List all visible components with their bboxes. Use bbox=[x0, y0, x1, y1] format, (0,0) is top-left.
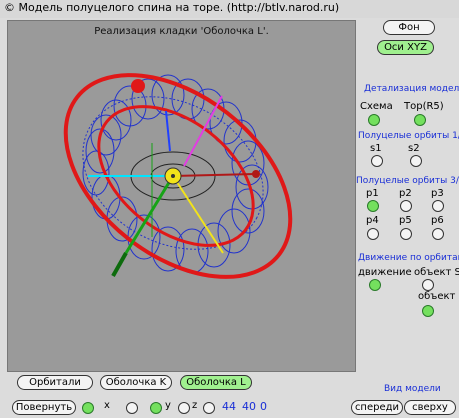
rotate-z-value: 0 bbox=[260, 400, 267, 413]
view-heading: Вид модели bbox=[384, 384, 441, 394]
view-front-button[interactable]: спереди bbox=[351, 400, 403, 415]
half-orbits-12-heading: Полуцелые орбиты 1/2 bbox=[358, 131, 459, 141]
motion-radio[interactable] bbox=[369, 279, 381, 291]
orbit-p3-label: p3 bbox=[431, 188, 444, 199]
window-title: © Модель полуцелого спина на торе. (http… bbox=[4, 1, 340, 14]
p4-radio[interactable] bbox=[367, 228, 379, 240]
object-s-label: объект S bbox=[414, 267, 459, 278]
orbit-s2-label: s2 bbox=[408, 143, 420, 154]
p1-radio[interactable] bbox=[367, 200, 379, 212]
rotate-button[interactable]: Повернуть bbox=[12, 400, 76, 415]
half-orbits-32-heading: Полуцелые орбиты 3/2 bbox=[356, 176, 459, 186]
tab-shell-l[interactable]: Оболочка L bbox=[180, 375, 252, 390]
axes-xyz-button[interactable]: Оси XYZ bbox=[377, 40, 434, 55]
rotate-z-label: z bbox=[192, 400, 198, 411]
torus-model-drawing bbox=[63, 73, 293, 279]
motion-label: движение bbox=[358, 267, 412, 278]
object-p-label: объект P bbox=[418, 291, 459, 302]
option-scheme-label: Схема bbox=[360, 101, 393, 112]
tab-orbitals[interactable]: Орбитали bbox=[17, 375, 93, 390]
motion-heading: Движение по орбитам bbox=[358, 253, 459, 263]
orbit-s1-label: s1 bbox=[370, 143, 382, 154]
rotate-x-value: 44 bbox=[222, 400, 236, 413]
background-button[interactable]: Фон bbox=[383, 20, 435, 35]
rotate-y-neg-radio[interactable] bbox=[178, 402, 190, 414]
object-p-radio[interactable] bbox=[422, 305, 434, 317]
object-s-radio[interactable] bbox=[422, 279, 434, 291]
detail-heading: Детализация модели bbox=[364, 84, 459, 94]
orbit-p1-label: p1 bbox=[366, 188, 379, 199]
rotate-z-radio[interactable] bbox=[203, 402, 215, 414]
orbit-p6-label: p6 bbox=[431, 215, 444, 226]
option-torus-label: Тор(R5) bbox=[404, 101, 444, 112]
view-top-button[interactable]: сверху bbox=[404, 400, 456, 415]
rotate-y-value: 40 bbox=[242, 400, 256, 413]
p6-radio[interactable] bbox=[432, 228, 444, 240]
p2-radio[interactable] bbox=[400, 200, 412, 212]
torus-radio[interactable] bbox=[414, 114, 426, 126]
p5-radio[interactable] bbox=[400, 228, 412, 240]
rotate-y-label: y bbox=[165, 400, 171, 411]
scheme-radio[interactable] bbox=[368, 114, 380, 126]
orbit-p4-label: p4 bbox=[366, 215, 379, 226]
rotate-x-neg-radio[interactable] bbox=[126, 402, 138, 414]
orbit-p5-label: p5 bbox=[399, 215, 412, 226]
model-canvas[interactable]: Реализация кладки 'Оболочка L'. bbox=[7, 20, 356, 372]
p3-radio[interactable] bbox=[432, 200, 444, 212]
s1-radio[interactable] bbox=[371, 155, 383, 167]
rotate-x-label: x bbox=[104, 400, 110, 411]
rotate-x-radio[interactable] bbox=[82, 402, 94, 414]
rotate-y-radio[interactable] bbox=[150, 402, 162, 414]
s2-radio[interactable] bbox=[410, 155, 422, 167]
orbit-p2-label: p2 bbox=[399, 188, 412, 199]
tab-shell-k[interactable]: Оболочка K bbox=[100, 375, 172, 390]
